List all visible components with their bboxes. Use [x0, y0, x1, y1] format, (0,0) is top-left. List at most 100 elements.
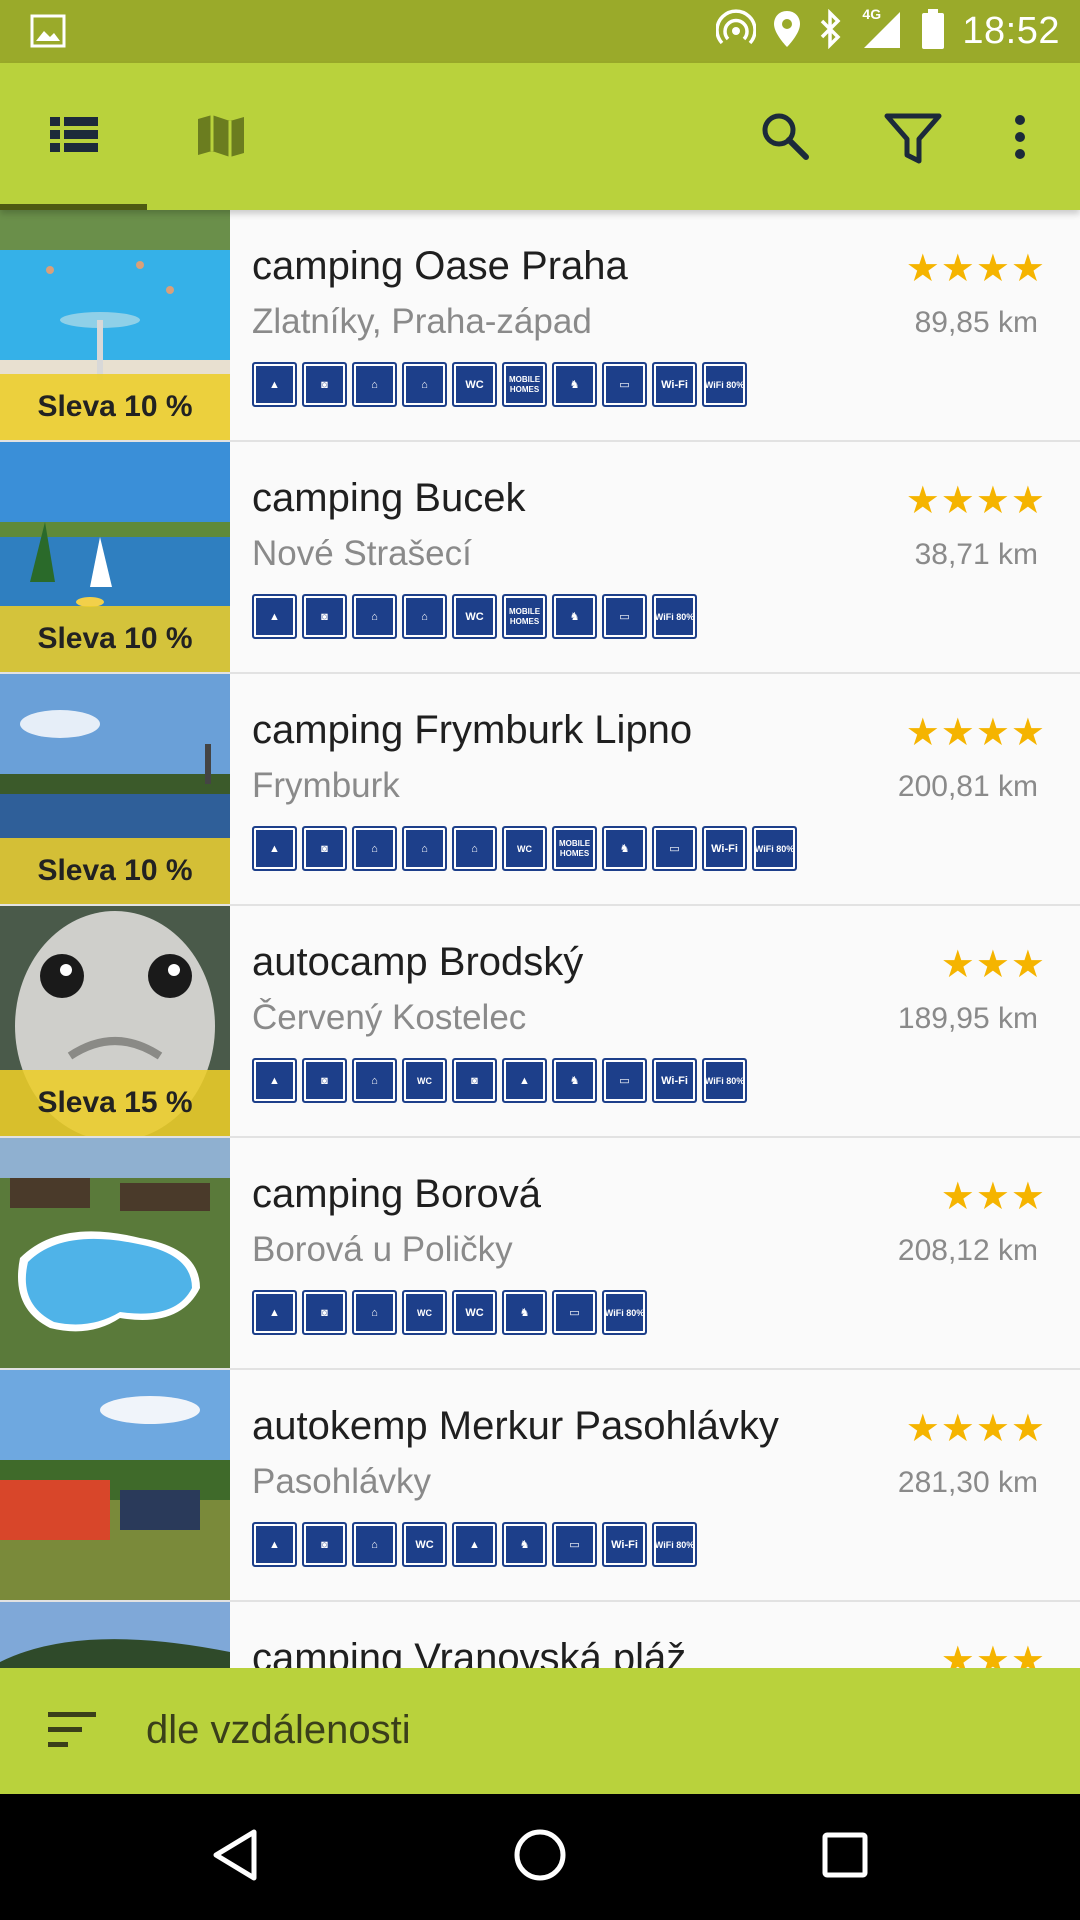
rating-stars: ★★★: [940, 1640, 1046, 1668]
wifi-icon: Wi-Fi: [652, 362, 697, 407]
back-button[interactable]: [155, 1794, 315, 1920]
campsite-row[interactable]: autokemp Merkur Pasohlávky Pasohlávky ★★…: [0, 1370, 1080, 1602]
caravan-out-icon: ⌂: [402, 826, 447, 871]
bungalow-wc-icon: WC: [402, 1290, 447, 1335]
bungalow-icon: ⌂: [352, 1058, 397, 1103]
caravan-icon: ◙: [302, 594, 347, 639]
caravan-icon: ◙: [302, 826, 347, 871]
wc-icon: WC: [452, 1290, 497, 1335]
horse-icon: ♞: [602, 826, 647, 871]
home-button[interactable]: [460, 1794, 620, 1920]
campsite-name: camping Oase Praha: [252, 244, 628, 288]
tab-selected-indicator: [0, 204, 147, 210]
rating-stars: ★★★: [940, 944, 1046, 986]
wifi-icon: Wi-Fi: [702, 826, 747, 871]
home-icon: [513, 1828, 567, 1887]
campsite-name: autokemp Merkur Pasohlávky: [252, 1404, 779, 1448]
caravan-icon: ◙: [302, 1290, 347, 1335]
campsite-name: camping Vranovská pláž: [252, 1636, 687, 1668]
discount-badge: Sleva 10 %: [0, 374, 230, 440]
bluetooth-icon: [818, 8, 844, 54]
rating-stars: ★★★★: [905, 248, 1046, 290]
horse-icon: ♞: [502, 1522, 547, 1567]
campsite-photo: [0, 1602, 230, 1668]
sort-icon: [46, 1708, 102, 1752]
signal-icon: 4G: [860, 6, 904, 55]
campsite-location: Borová u Poličky: [252, 1230, 513, 1269]
search-button[interactable]: [730, 63, 840, 210]
tent-icon: ▲: [252, 1290, 297, 1335]
campsite-row[interactable]: Sleva 10 % camping Bucek Nové Strašecí ★…: [0, 442, 1080, 674]
tent-icon: ▲: [252, 1522, 297, 1567]
caravan-out-icon: ⌂: [402, 594, 447, 639]
wc-icon: WC: [452, 594, 497, 639]
campsite-row[interactable]: Sleva 10 % camping Frymburk Lipno Frymbu…: [0, 674, 1080, 906]
bungalow-wc-icon: WC: [502, 826, 547, 871]
tent-icon: ▲: [252, 826, 297, 871]
horse-icon: ♞: [552, 362, 597, 407]
campsite-location: Červený Kostelec: [252, 998, 527, 1037]
network-label: 4G: [862, 6, 882, 22]
campsite-list[interactable]: Sleva 10 % camping Oase Praha Zlatníky, …: [0, 210, 1080, 1668]
more-options-button[interactable]: [980, 63, 1060, 210]
tab-list-view[interactable]: [0, 63, 147, 210]
wifi-80-icon: WiFi 80%: [602, 1290, 647, 1335]
tent-icon: ▲: [252, 1058, 297, 1103]
campsite-name: camping Borová: [252, 1172, 542, 1216]
caravan-in-icon: ⌂: [352, 594, 397, 639]
status-time: 18:52: [962, 10, 1060, 52]
rating-stars: ★★★★: [905, 480, 1046, 522]
caravan-icon: ◙: [302, 362, 347, 407]
tent-icon: ▲: [502, 1058, 547, 1103]
tab-map-view[interactable]: [160, 63, 280, 210]
mobile-homes-icon: MOBILE HOMES: [552, 826, 597, 871]
sort-bar[interactable]: dle vzdálenosti: [0, 1668, 1080, 1794]
campsite-location: Frymburk: [252, 766, 400, 805]
facility-icons: ▲ ◙ ⌂ WC WC ♞ ▭ WiFi 80%: [252, 1290, 647, 1335]
tent-icon: ▲: [252, 594, 297, 639]
facility-icons: ▲ ◙ ⌂ ⌂ WC MOBILE HOMES ♞ ▭ WiFi 80%: [252, 594, 697, 639]
caravan-in-icon: ⌂: [352, 362, 397, 407]
wifi-80-icon: WiFi 80%: [752, 826, 797, 871]
tent-icon: ▲: [452, 1522, 497, 1567]
wifi-icon: Wi-Fi: [602, 1522, 647, 1567]
mobile-homes-icon: MOBILE HOMES: [502, 362, 547, 407]
search-icon: [760, 111, 810, 166]
wifi-80-icon: WiFi 80%: [652, 594, 697, 639]
facility-icons: ▲ ◙ ⌂ WC ▲ ♞ ▭ Wi-Fi WiFi 80%: [252, 1522, 697, 1567]
campsite-row[interactable]: camping Vranovská pláž ★★★: [0, 1602, 1080, 1668]
horse-icon: ♞: [552, 1058, 597, 1103]
campsite-name: camping Bucek: [252, 476, 526, 520]
campsite-location: Zlatníky, Praha-západ: [252, 302, 592, 341]
caravan-in-icon: ⌂: [352, 826, 397, 871]
list-icon: [50, 115, 98, 160]
caravan-icon: ◙: [452, 1058, 497, 1103]
wifi-80-icon: WiFi 80%: [652, 1522, 697, 1567]
campsite-location: Nové Strašecí: [252, 534, 472, 573]
campsite-row[interactable]: Sleva 10 % camping Oase Praha Zlatníky, …: [0, 210, 1080, 442]
campsite-photo: [0, 1138, 230, 1368]
horse-icon: ♞: [552, 594, 597, 639]
campsite-photo: Sleva 10 %: [0, 442, 230, 672]
rating-stars: ★★★: [940, 1176, 1046, 1218]
rating-stars: ★★★★: [905, 712, 1046, 754]
wc-icon: WC: [452, 362, 497, 407]
bungalow-icon: ⌂: [352, 1522, 397, 1567]
status-bar: 4G 18:52: [0, 0, 1080, 63]
campsite-distance: 38,71 km: [914, 538, 1038, 571]
image-icon: [30, 14, 66, 48]
filter-button[interactable]: [860, 63, 970, 210]
more-vert-icon: [1014, 115, 1026, 164]
wifi-icon: Wi-Fi: [652, 1058, 697, 1103]
system-nav-bar: [0, 1794, 1080, 1920]
bungalow-wc-icon: WC: [402, 1058, 447, 1103]
campsite-row[interactable]: camping Borová Borová u Poličky ★★★ 208,…: [0, 1138, 1080, 1370]
caravan-out-icon: ⌂: [402, 362, 447, 407]
battery-icon: [920, 8, 946, 55]
facility-icons: ▲ ◙ ⌂ ⌂ WC MOBILE HOMES ♞ ▭ Wi-Fi WiFi 8…: [252, 362, 747, 407]
laptop-icon: ▭: [602, 1058, 647, 1103]
recents-button[interactable]: [765, 1794, 925, 1920]
campsite-row[interactable]: Sleva 15 % autocamp Brodský Červený Kost…: [0, 906, 1080, 1138]
campsite-distance: 189,95 km: [897, 1002, 1038, 1035]
hotspot-icon: [715, 9, 758, 54]
